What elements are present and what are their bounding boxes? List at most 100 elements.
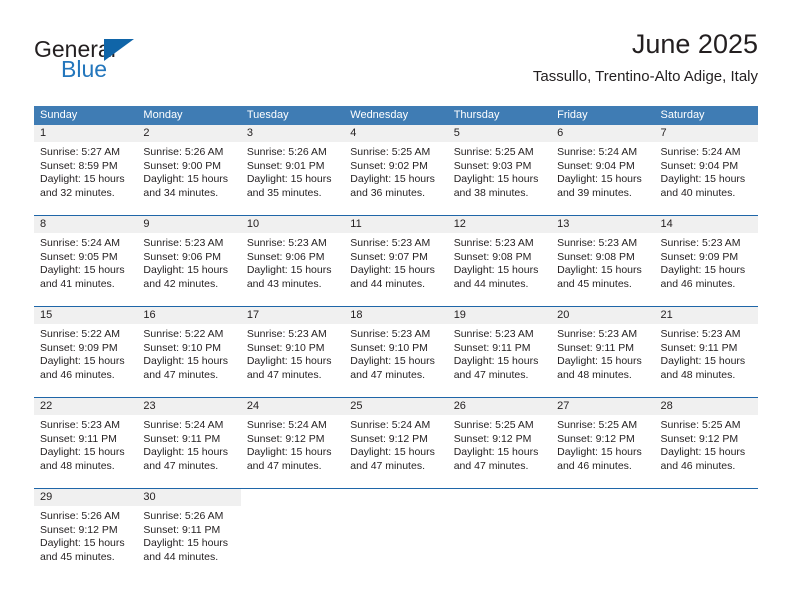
calendar-day-cell[interactable]: 24 Sunrise: 5:24 AM Sunset: 9:12 PM Dayligh… — [240, 398, 345, 480]
calendar-day-cell[interactable]: 12 Sunrise: 5:23 AM Sunset: 9:08 PM Dayligh… — [447, 216, 552, 298]
daylight-duration-line2: and 48 minutes. — [40, 459, 115, 472]
calendar-day-cell[interactable]: 27 Sunrise: 5:25 AM Sunset: 9:12 PM Dayligh… — [551, 398, 655, 480]
daylight-duration-line1: Daylight: 15 hours — [246, 446, 332, 459]
calendar-day-cell[interactable]: 17 Sunrise: 5:23 AM Sunset: 9:10 PM Dayligh… — [240, 307, 345, 389]
calendar-day-cell[interactable]: 22 Sunrise: 5:23 AM Sunset: 9:11 PM Dayligh… — [34, 398, 138, 480]
day-number: 1 — [34, 125, 138, 142]
calendar-day-cell[interactable]: 7 Sunrise: 5:24 AM Sunset: 9:04 PM Daylight… — [654, 125, 758, 207]
calendar-weeks: 1 Sunrise: 5:27 AM Sunset: 8:59 PM Daylight… — [34, 125, 758, 571]
calendar-day-cell[interactable]: 5 Sunrise: 5:25 AM Sunset: 9:03 PM Daylight… — [447, 125, 552, 207]
sunrise-time: Sunrise: 5:26 AM — [143, 510, 224, 522]
calendar-day-cell[interactable]: 6 Sunrise: 5:24 AM Sunset: 9:04 PM Daylight… — [551, 125, 655, 207]
day-number: 7 — [654, 125, 758, 142]
calendar-day-cell[interactable]: 26 Sunrise: 5:25 AM Sunset: 9:12 PM Dayligh… — [447, 398, 552, 480]
daylight-duration-line1: Daylight: 15 hours — [557, 173, 642, 186]
sunrise-time: Sunrise: 5:23 AM — [557, 237, 638, 249]
daylight-duration-line2: and 47 minutes. — [143, 459, 219, 472]
title-block: June 2025 Tassullo, Trentino-Alto Adige,… — [533, 28, 758, 86]
calendar-day-cell[interactable]: 20 Sunrise: 5:23 AM Sunset: 9:11 PM Dayligh… — [551, 307, 655, 389]
daylight-duration-line1: Daylight: 15 hours — [453, 355, 539, 368]
sunset-time: Sunset: 9:10 PM — [246, 341, 325, 354]
calendar-day-cell[interactable]: 23 Sunrise: 5:24 AM Sunset: 9:11 PM Dayligh… — [137, 398, 241, 480]
sunset-time: Sunset: 9:01 PM — [246, 159, 325, 172]
calendar-day-cell[interactable]: 14 Sunrise: 5:23 AM Sunset: 9:09 PM Dayligh… — [654, 216, 758, 298]
day-details: Sunrise: 5:25 AM Sunset: 9:12 PM Daylight:… — [448, 415, 551, 473]
daylight-duration-line1: Daylight: 15 hours — [40, 537, 125, 550]
daylight-duration-line2: and 48 minutes. — [557, 368, 632, 381]
daylight-duration-line1: Daylight: 15 hours — [453, 173, 539, 186]
daylight-duration-line1: Daylight: 15 hours — [143, 173, 229, 186]
calendar-day-cell[interactable]: 3 Sunrise: 5:26 AM Sunset: 9:01 PM Daylight… — [240, 125, 345, 207]
calendar-day-cell[interactable]: 4 Sunrise: 5:25 AM Sunset: 9:02 PM Daylight… — [344, 125, 448, 207]
day-number: 9 — [137, 216, 241, 233]
sunset-time: Sunset: 9:06 PM — [143, 250, 222, 263]
day-details: Sunrise: 5:24 AM Sunset: 9:11 PM Daylight:… — [137, 415, 240, 473]
daylight-duration-line1: Daylight: 15 hours — [246, 264, 332, 277]
sunset-time: Sunset: 9:12 PM — [40, 523, 118, 536]
sunset-time: Sunset: 9:05 PM — [40, 250, 118, 263]
day-details: Sunrise: 5:24 AM Sunset: 9:04 PM Daylight:… — [655, 142, 758, 200]
calendar-day-cell[interactable]: 30 Sunrise: 5:26 AM Sunset: 9:11 PM Dayligh… — [137, 489, 241, 571]
day-details: Sunrise: 5:26 AM Sunset: 9:01 PM Daylight:… — [241, 142, 344, 200]
day-details: Sunrise: 5:24 AM Sunset: 9:12 PM Daylight:… — [344, 415, 447, 473]
calendar-empty-cell — [240, 489, 345, 571]
day-number: 11 — [344, 216, 448, 233]
day-number — [344, 489, 447, 506]
calendar-day-cell[interactable]: 13 Sunrise: 5:23 AM Sunset: 9:08 PM Dayligh… — [551, 216, 655, 298]
day-details: Sunrise: 5:27 AM Sunset: 8:59 PM Daylight:… — [34, 142, 137, 200]
daylight-duration-line2: and 36 minutes. — [350, 186, 425, 199]
day-details: Sunrise: 5:26 AM Sunset: 9:00 PM Daylight:… — [137, 142, 240, 200]
daylight-duration-line2: and 44 minutes. — [143, 550, 219, 563]
day-details: Sunrise: 5:24 AM Sunset: 9:05 PM Daylight:… — [34, 233, 137, 291]
calendar-empty-cell — [344, 489, 448, 571]
calendar-day-cell[interactable]: 9 Sunrise: 5:23 AM Sunset: 9:06 PM Daylight… — [137, 216, 241, 298]
calendar-day-cell[interactable]: 18 Sunrise: 5:23 AM Sunset: 9:10 PM Dayligh… — [344, 307, 448, 389]
day-details: Sunrise: 5:23 AM Sunset: 9:08 PM Daylight:… — [551, 233, 654, 291]
day-number: 6 — [551, 125, 655, 142]
calendar-day-cell[interactable]: 2 Sunrise: 5:26 AM Sunset: 9:00 PM Daylight… — [137, 125, 241, 207]
day-number: 10 — [240, 216, 345, 233]
sunrise-time: Sunrise: 5:23 AM — [143, 237, 224, 249]
day-number: 22 — [34, 398, 138, 415]
sunrise-time: Sunrise: 5:24 AM — [246, 419, 327, 431]
daylight-duration-line1: Daylight: 15 hours — [40, 446, 125, 459]
sunrise-time: Sunrise: 5:23 AM — [557, 328, 638, 340]
sunset-time: Sunset: 9:11 PM — [453, 341, 531, 354]
calendar-day-cell[interactable]: 15 Sunrise: 5:22 AM Sunset: 9:09 PM Dayligh… — [34, 307, 138, 389]
weekday-header-tuesday: Tuesday — [246, 109, 289, 121]
sunrise-time: Sunrise: 5:25 AM — [660, 419, 741, 431]
sunrise-time: Sunrise: 5:23 AM — [660, 237, 741, 249]
sunrise-time: Sunrise: 5:26 AM — [40, 510, 120, 522]
calendar-week-row: 15 Sunrise: 5:22 AM Sunset: 9:09 PM Dayligh… — [34, 306, 758, 389]
daylight-duration-line1: Daylight: 15 hours — [350, 264, 435, 277]
calendar-day-cell[interactable]: 10 Sunrise: 5:23 AM Sunset: 9:06 PM Dayligh… — [240, 216, 345, 298]
sunset-time: Sunset: 9:11 PM — [143, 432, 221, 445]
day-number: 21 — [654, 307, 758, 324]
daylight-duration-line1: Daylight: 15 hours — [660, 446, 746, 459]
day-number: 26 — [447, 398, 552, 415]
daylight-duration-line2: and 41 minutes. — [40, 277, 115, 290]
sunrise-time: Sunrise: 5:23 AM — [246, 328, 327, 340]
calendar-day-cell[interactable]: 1 Sunrise: 5:27 AM Sunset: 8:59 PM Daylight… — [34, 125, 138, 207]
daylight-duration-line1: Daylight: 15 hours — [143, 355, 229, 368]
calendar-day-cell[interactable]: 21 Sunrise: 5:23 AM Sunset: 9:11 PM Dayligh… — [654, 307, 758, 389]
calendar-day-cell[interactable]: 11 Sunrise: 5:23 AM Sunset: 9:07 PM Dayligh… — [344, 216, 448, 298]
day-details: Sunrise: 5:23 AM Sunset: 9:06 PM Daylight:… — [241, 233, 344, 291]
daylight-duration-line1: Daylight: 15 hours — [40, 355, 125, 368]
sunrise-time: Sunrise: 5:22 AM — [143, 328, 224, 340]
calendar-day-cell[interactable]: 8 Sunrise: 5:24 AM Sunset: 9:05 PM Daylight… — [34, 216, 138, 298]
calendar-day-cell[interactable]: 25 Sunrise: 5:24 AM Sunset: 9:12 PM Dayligh… — [344, 398, 448, 480]
calendar-day-cell[interactable]: 16 Sunrise: 5:22 AM Sunset: 9:10 PM Dayligh… — [137, 307, 241, 389]
calendar-day-cell[interactable]: 29 Sunrise: 5:26 AM Sunset: 9:12 PM Dayligh… — [34, 489, 138, 571]
sunset-time: Sunset: 9:08 PM — [453, 250, 532, 263]
sunrise-time: Sunrise: 5:24 AM — [350, 419, 431, 431]
weekday-header-thursday: Thursday — [453, 109, 500, 121]
daylight-duration-line2: and 35 minutes. — [246, 186, 322, 199]
sunrise-time: Sunrise: 5:23 AM — [40, 419, 120, 431]
calendar-day-cell[interactable]: 19 Sunrise: 5:23 AM Sunset: 9:11 PM Dayligh… — [447, 307, 552, 389]
day-details: Sunrise: 5:23 AM Sunset: 9:09 PM Daylight:… — [655, 233, 758, 291]
calendar-day-cell[interactable]: 28 Sunrise: 5:25 AM Sunset: 9:12 PM Dayligh… — [654, 398, 758, 480]
page-header: General Blue June 2025 Tassullo, Trentin… — [0, 0, 792, 100]
sunrise-time: Sunrise: 5:22 AM — [40, 328, 120, 340]
daylight-duration-line2: and 45 minutes. — [557, 277, 632, 290]
